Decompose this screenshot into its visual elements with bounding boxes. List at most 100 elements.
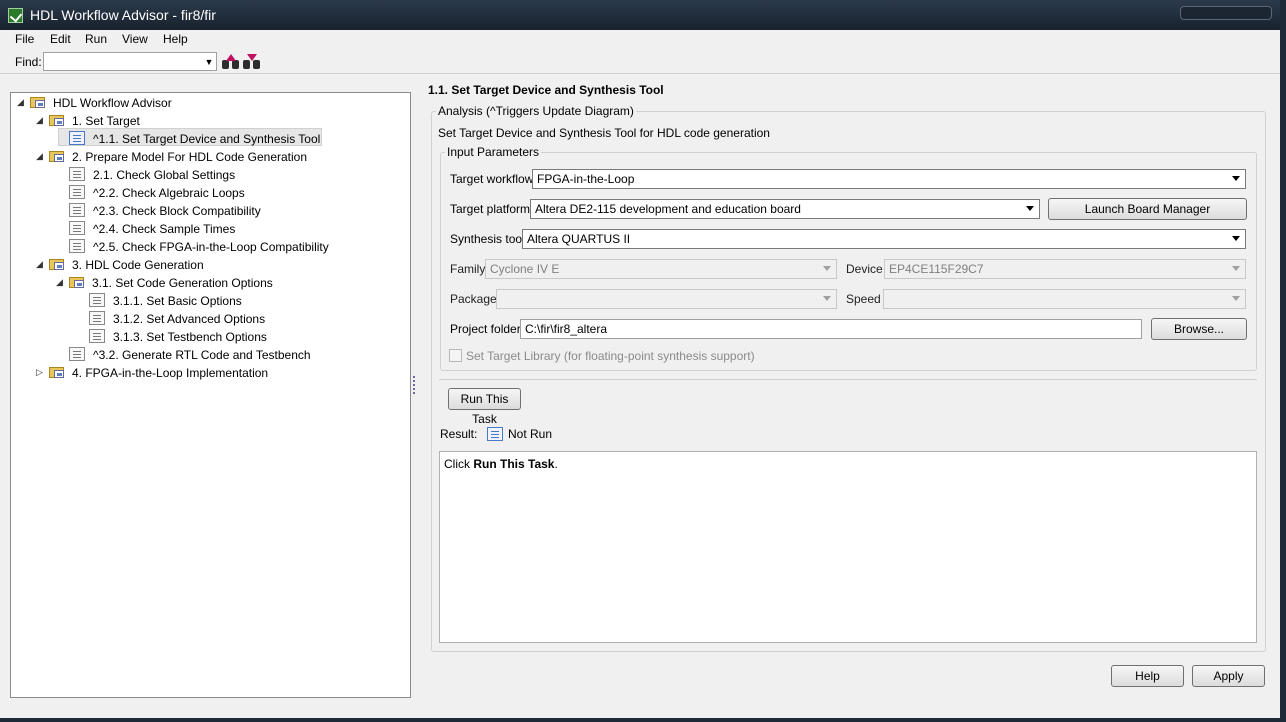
window-title: HDL Workflow Advisor - fir8/fir [30,7,216,23]
family-select[interactable]: Cyclone IV E [485,259,837,279]
folder-task-icon [49,112,67,128]
hdl-advisor-app-icon [8,8,23,23]
synthesis-tool-select[interactable]: Altera QUARTUS II [522,229,1246,249]
dropdown-arrow-icon [1232,176,1240,181]
help-button[interactable]: Help [1111,665,1184,687]
tree-item-label: HDL Workflow Advisor [53,96,172,110]
collapse-arrow-icon[interactable]: ◢ [36,115,43,126]
dropdown-arrow-icon [1026,206,1034,211]
folder-task-icon [69,274,87,290]
collapse-arrow-icon[interactable]: ◢ [36,259,43,270]
package-select[interactable] [496,289,837,309]
task-tree-panel[interactable] [10,92,411,698]
tree-item-label: 2.1. Check Global Settings [93,168,236,182]
project-folder-label: Project folder [450,322,521,336]
task-icon [69,239,85,253]
find-toolbar: Find: ▼ [0,49,1280,74]
target-platform-select[interactable]: Altera DE2-115 development and education… [530,199,1040,219]
tree-item-label: ^3.2. Generate RTL Code and Testbench [93,348,311,362]
collapse-arrow-icon[interactable]: ◢ [36,151,43,162]
launch-board-manager-button[interactable]: Launch Board Manager [1048,198,1247,220]
task-icon [69,167,85,181]
target-workflow-select[interactable]: FPGA-in-the-Loop [532,169,1246,189]
tree-item-label: ^2.4. Check Sample Times [93,222,236,236]
find-dropdown-arrow-icon[interactable]: ▼ [202,54,216,70]
collapse-arrow-icon[interactable]: ◢ [56,277,63,288]
dropdown-arrow-icon [823,266,831,271]
folder-task-icon [49,256,67,272]
synthesis-tool-value: Altera QUARTUS II [527,232,631,246]
menu-bar: File Edit Run View Help [0,30,1280,48]
collapse-arrow-icon[interactable]: ◢ [17,97,24,108]
device-select[interactable]: EP4CE115F29C7 [884,259,1246,279]
result-message-suffix: . [554,457,558,471]
not-run-status-icon [487,427,503,441]
task-icon [89,293,105,307]
tree-item-label: ^1.1. Set Target Device and Synthesis To… [93,132,321,146]
menu-help[interactable]: Help [163,32,188,46]
apply-button[interactable]: Apply [1192,665,1265,687]
menu-edit[interactable]: Edit [50,32,71,46]
tree-item-label: ^2.3. Check Block Compatibility [93,204,261,218]
result-text-area[interactable]: Click Run This Task. [439,451,1257,643]
speed-select[interactable] [883,289,1246,309]
dropdown-arrow-icon [1232,236,1240,241]
input-parameters-title: Input Parameters [445,145,542,159]
result-message: Click Run This Task. [444,457,558,471]
family-value: Cyclone IV E [490,262,560,276]
target-workflow-label: Target workflow [450,172,534,186]
task-icon [89,311,105,325]
task-icon [69,131,85,145]
tree-item-label: 3.1.1. Set Basic Options [113,294,242,308]
result-message-prefix: Click [444,457,474,471]
tree-item-label: 3.1. Set Code Generation Options [92,276,273,290]
task-description: Set Target Device and Synthesis Tool for… [438,126,770,140]
find-previous-binoculars-icon[interactable] [222,54,239,69]
synthesis-tool-label: Synthesis tool [450,232,525,246]
dropdown-arrow-icon [823,296,831,301]
device-label: Device [846,262,883,276]
find-next-binoculars-icon[interactable] [243,54,260,69]
project-folder-input[interactable]: C:\fir\fir8_altera [520,319,1142,339]
desktop-edge [1280,0,1286,722]
task-icon [69,347,85,361]
tree-item-label: 3. HDL Code Generation [72,258,204,272]
run-this-task-button[interactable]: Run This Task [448,388,521,426]
task-icon [69,185,85,199]
task-icon [89,329,105,343]
result-message-bold: Run This Task [473,457,555,471]
folder-task-icon [30,94,48,110]
menu-view[interactable]: View [122,32,148,46]
task-heading: 1.1. Set Target Device and Synthesis Too… [428,83,664,97]
folder-task-icon [49,364,67,380]
menu-run[interactable]: Run [85,32,107,46]
expand-arrow-icon[interactable]: ▷ [36,367,43,378]
menu-file[interactable]: File [15,32,34,46]
find-label: Find: [15,55,42,69]
tree-item-label: 2. Prepare Model For HDL Code Generation [72,150,308,164]
panel-splitter-handle[interactable] [412,376,416,396]
target-platform-label: Target platform [450,202,531,216]
browse-button[interactable]: Browse... [1151,318,1247,340]
dropdown-arrow-icon [1232,296,1240,301]
set-target-library-checkbox[interactable] [449,349,462,362]
tree-item-label: 3.1.3. Set Testbench Options [113,330,267,344]
main-window: HDL Workflow Advisor - fir8/fir File Edi… [0,0,1280,722]
find-input[interactable] [43,52,217,71]
result-status: Not Run [508,427,553,441]
title-bar: HDL Workflow Advisor - fir8/fir [0,0,1280,30]
folder-task-icon [49,148,67,164]
family-label: Family [450,262,486,276]
speed-label: Speed [846,292,881,306]
tree-item-label: ^2.5. Check FPGA-in-the-Loop Compatibili… [93,240,329,254]
package-label: Package [450,292,497,306]
tree-item-label: ^2.2. Check Algebraic Loops [93,186,245,200]
window-controls[interactable] [1180,6,1272,20]
dropdown-arrow-icon [1232,266,1240,271]
tree-item-label: 1. Set Target [72,114,140,128]
tree-item-label: 4. FPGA-in-the-Loop Implementation [72,366,269,380]
window-bottom-border [0,718,1280,722]
target-platform-value: Altera DE2-115 development and education… [535,202,801,216]
task-icon [69,221,85,235]
result-label: Result: [440,427,478,441]
